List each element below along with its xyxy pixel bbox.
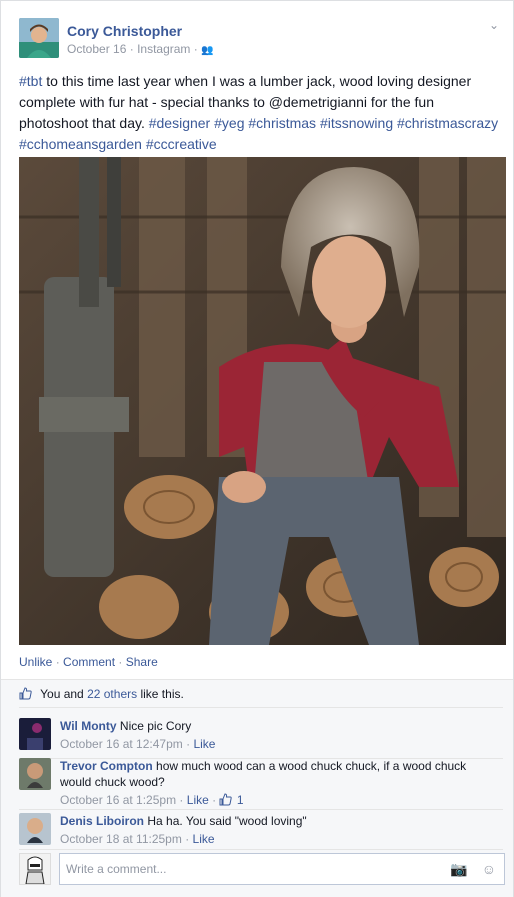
comment-time[interactable]: October 18 at 11:25pm (60, 832, 182, 846)
post-date[interactable]: October 16 (67, 42, 126, 56)
post-source[interactable]: Instagram (137, 42, 190, 56)
divider (1, 679, 513, 680)
unlike-link[interactable]: Unlike (19, 655, 52, 669)
divider (19, 707, 503, 708)
post-header: Cory Christopher October 16 · Instagram … (19, 18, 501, 62)
hashtag-link[interactable]: #designer (149, 115, 211, 131)
likes-others-link[interactable]: 22 others (87, 687, 137, 701)
emoji-icon[interactable]: ☺ (482, 861, 496, 877)
commenter-name[interactable]: Trevor Compton (60, 759, 153, 773)
hashtag-link[interactable]: #cccreative (146, 136, 217, 152)
comment-like-count[interactable]: 1 (237, 793, 244, 807)
author-avatar[interactable] (19, 18, 59, 58)
comment-input[interactable]: Write a comment... 📷 ☺ (59, 853, 505, 885)
likes-summary: You and 22 others like this. (19, 687, 184, 701)
divider (19, 809, 503, 810)
hashtag-link[interactable]: #itssnowing (320, 115, 393, 131)
comment-text: Ha ha. You said "wood loving" (147, 814, 307, 828)
post-photo[interactable] (19, 157, 506, 645)
hashtag-link[interactable]: #christmas (248, 115, 316, 131)
likes-you-text: You and (40, 687, 84, 701)
commenter-avatar[interactable] (19, 718, 51, 750)
share-link[interactable]: Share (126, 655, 158, 669)
post-card: Cory Christopher October 16 · Instagram … (0, 0, 514, 897)
commenter-name[interactable]: Denis Liboiron (60, 814, 144, 828)
comment-link[interactable]: Comment (63, 655, 115, 669)
audience-friends-icon[interactable]: 👥 (201, 45, 213, 56)
comment-like-link[interactable]: Like (193, 737, 215, 751)
current-user-avatar (19, 853, 51, 885)
comment-composer: Write a comment... 📷 ☺ (19, 853, 505, 887)
commenter-avatar[interactable] (19, 758, 51, 790)
chevron-down-icon[interactable]: ⌄ (487, 18, 501, 32)
comment-placeholder: Write a comment... (66, 862, 167, 876)
comment-like-link[interactable]: Like (187, 793, 209, 807)
camera-icon[interactable]: 📷 (450, 861, 467, 877)
comment-item: Wil Monty Nice pic Cory October 16 at 12… (19, 718, 497, 754)
likes-suffix: like this. (140, 687, 184, 701)
hashtag-link[interactable]: #tbt (19, 73, 42, 89)
comment-text: Nice pic Cory (119, 719, 192, 733)
author-name[interactable]: Cory Christopher (67, 23, 182, 39)
comment-item: Denis Liboiron Ha ha. You said "wood lov… (19, 813, 497, 849)
post-text: #tbt to this time last year when I was a… (19, 71, 499, 155)
comment-like-link[interactable]: Like (193, 832, 215, 846)
commenter-avatar[interactable] (19, 813, 51, 845)
comment-time[interactable]: October 16 at 12:47pm (60, 737, 183, 751)
post-meta: October 16 · Instagram · 👥 (67, 42, 214, 56)
thumbs-up-icon (219, 793, 233, 806)
hashtag-link[interactable]: #cchomeansgarden (19, 136, 142, 152)
divider (19, 849, 503, 850)
hashtag-link[interactable]: #christmascrazy (397, 115, 498, 131)
comment-item: Trevor Compton how much wood can a wood … (19, 758, 497, 807)
hashtag-link[interactable]: #yeg (214, 115, 244, 131)
comment-time[interactable]: October 16 at 1:25pm (60, 793, 176, 807)
thumbs-up-icon (19, 687, 32, 700)
post-actions: Unlike · Comment · Share (19, 655, 158, 669)
commenter-name[interactable]: Wil Monty (60, 719, 117, 733)
